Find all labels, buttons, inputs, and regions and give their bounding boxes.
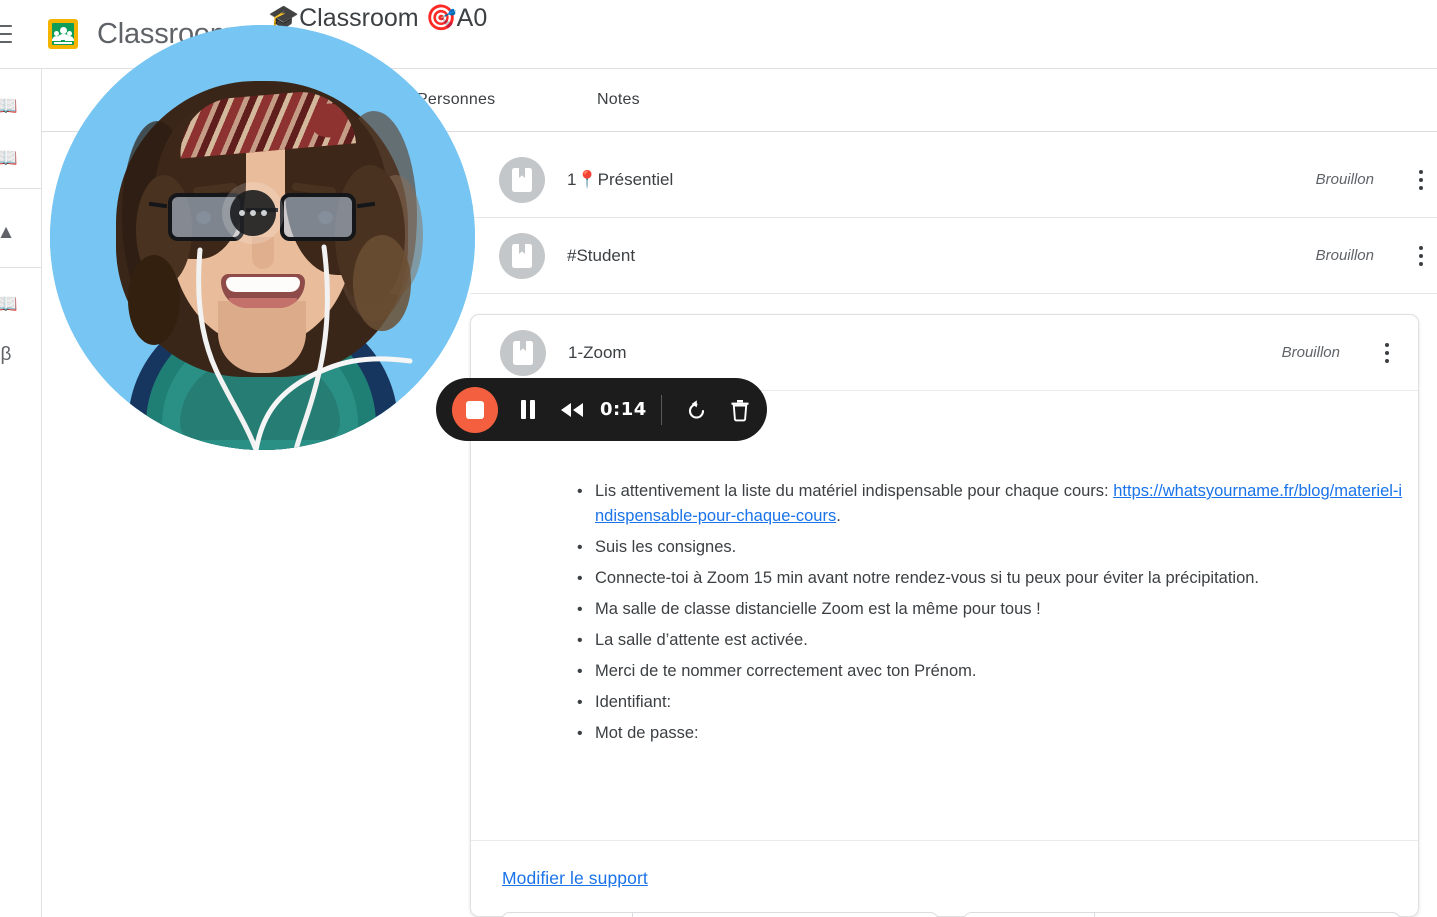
status-badge: Brouillon [1281, 344, 1340, 361]
list-item: Merci de te nommer correctement avec ton… [574, 659, 1404, 684]
bullet-text: Lis attentivement la liste du matériel i… [595, 482, 1114, 500]
trash-icon [731, 399, 749, 421]
rail-divider [0, 267, 42, 268]
mouth [221, 274, 305, 308]
toolbar-divider [660, 394, 662, 425]
list-item: Identifiant: [574, 690, 1404, 715]
instruction-list: Lis attentivement la liste du matériel i… [574, 479, 1404, 746]
material-row[interactable]: #Student Brouillon [470, 218, 1437, 294]
webcam-bubble[interactable] [50, 25, 475, 450]
edit-material-link[interactable]: Modifier le support [502, 868, 648, 889]
material-title: #Student [567, 245, 636, 265]
hair-curl [128, 255, 180, 345]
book-icon: 📖 [0, 293, 18, 315]
restart-icon [688, 399, 704, 419]
kebab-menu-icon[interactable] [1398, 233, 1437, 279]
stop-recording-button[interactable] [452, 386, 498, 433]
hair-curl [353, 235, 411, 331]
list-item: Lis attentivement la liste du matériel i… [574, 479, 1404, 529]
material-book-icon [499, 232, 545, 279]
list-item: Ma salle de classe distancielle Zoom est… [574, 597, 1404, 622]
pause-recording-button[interactable] [506, 388, 550, 432]
list-item: Mot de passe: [574, 721, 1404, 746]
status-badge: Brouillon [1315, 171, 1374, 188]
list-item: La salle d’attente est activée. [574, 628, 1404, 653]
left-nav-rail: 📖 📖 ▲ 📖 β [0, 69, 42, 917]
rail-item-5[interactable]: β [0, 341, 26, 367]
pause-icon [521, 400, 535, 419]
more-options-icon[interactable] [230, 190, 276, 236]
rewind-icon [561, 402, 583, 417]
rail-item-3[interactable]: ▲ [0, 219, 26, 245]
material-book-icon [500, 329, 546, 376]
rail-item-2[interactable]: 📖 [0, 145, 26, 171]
kebab-menu-icon[interactable] [1398, 157, 1437, 203]
tab-notes[interactable]: Notes [597, 69, 640, 132]
nose [252, 237, 274, 269]
card-title: 1-Zoom [568, 342, 627, 362]
neck [218, 301, 306, 373]
rail-item-1[interactable]: 📖 [0, 93, 26, 119]
chart-icon: β [0, 343, 12, 365]
card-footer: Modifier le support [471, 840, 1418, 916]
list-item: Connecte-toi à Zoom 15 min avant notre r… [574, 566, 1404, 591]
book-icon: 📖 [0, 147, 18, 169]
list-item: Suis les consignes. [574, 535, 1404, 560]
material-row[interactable]: 1📍Présentiel Brouillon [470, 142, 1437, 218]
kebab-menu-icon[interactable] [1364, 330, 1410, 376]
hamburger-icon[interactable] [0, 25, 12, 43]
classroom-app-window: Classroom 🎓Classroom 🎯A0 ᵗ 📖 📖 ▲ 📖 β Per… [0, 0, 1437, 917]
recording-toolbar: 0:14 [436, 378, 767, 441]
rewind-button[interactable] [550, 388, 594, 432]
recording-timer: 0:14 [600, 399, 647, 420]
material-title: 1📍Présentiel [567, 169, 674, 189]
status-badge: Brouillon [1315, 247, 1374, 264]
book-icon: 📖 [0, 95, 18, 117]
person-icon: ▲ [0, 221, 16, 243]
restart-recording-button[interactable] [674, 388, 718, 432]
delete-recording-button[interactable] [718, 388, 762, 432]
rail-item-4[interactable]: 📖 [0, 291, 26, 317]
material-book-icon [499, 156, 545, 203]
rail-divider [0, 188, 42, 189]
bullet-suffix: . [836, 507, 841, 525]
